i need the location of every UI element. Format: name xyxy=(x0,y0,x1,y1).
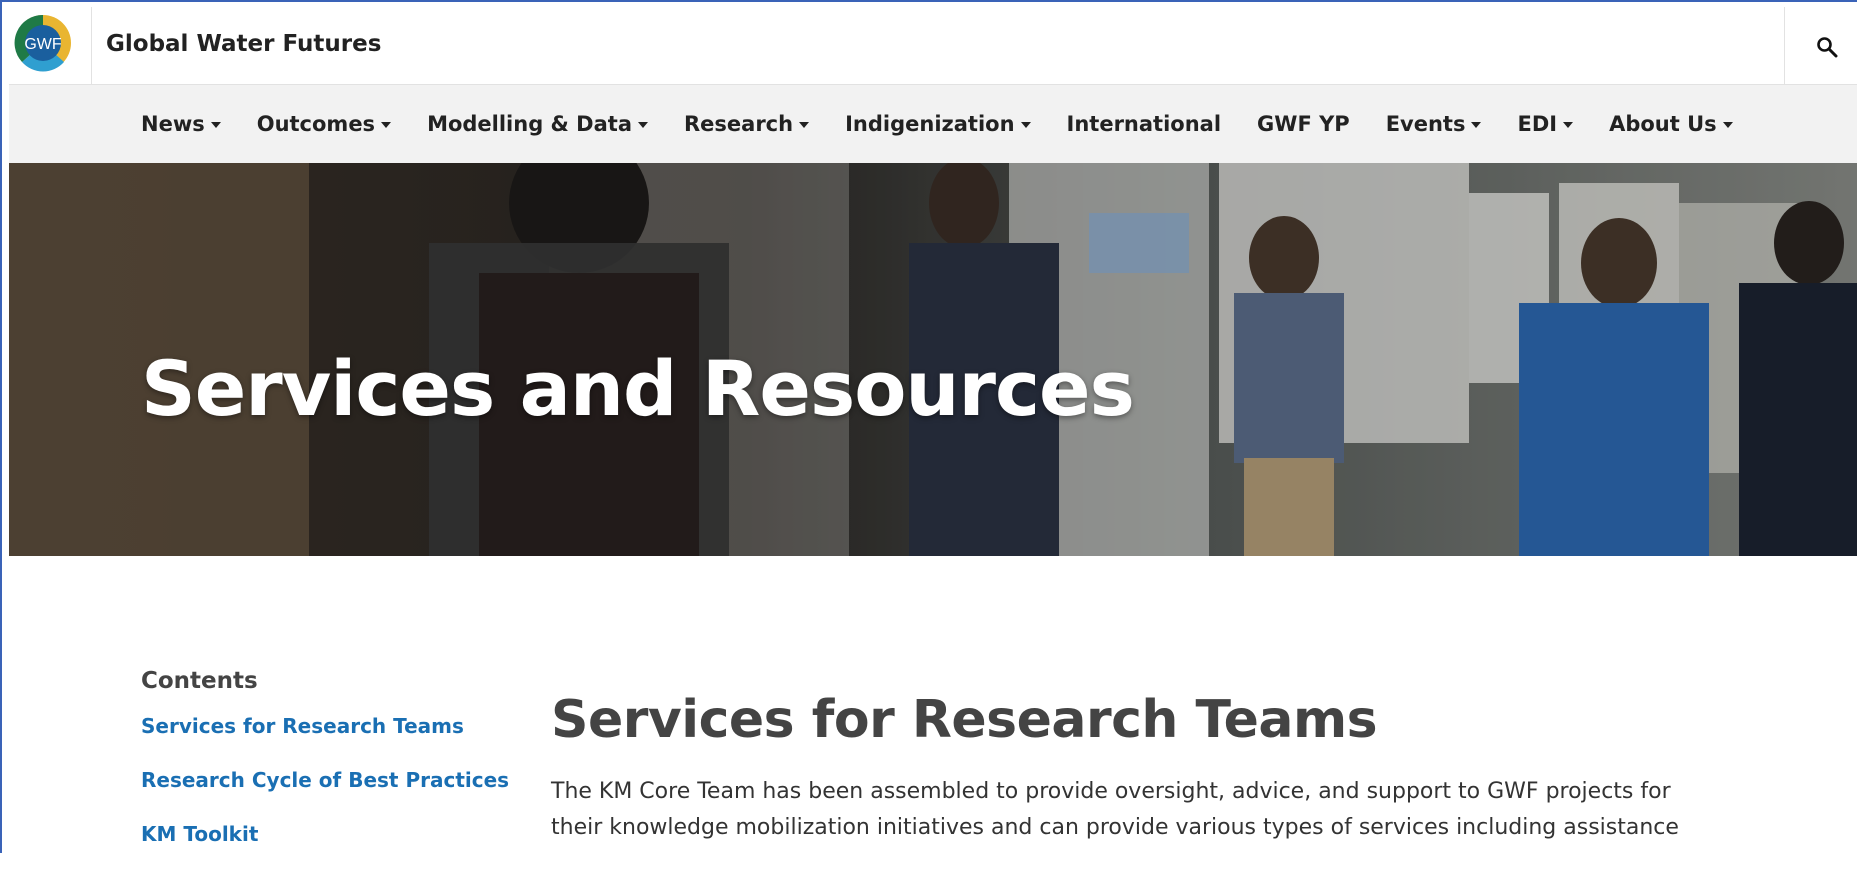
nav-item-label: News xyxy=(141,112,205,136)
section-heading: Services for Research Teams xyxy=(551,690,1378,750)
nav-item-modelling-data[interactable]: Modelling & Data xyxy=(427,112,648,136)
logo-text: GWF xyxy=(24,36,62,53)
gwf-logo: GWF xyxy=(14,14,71,72)
site-name[interactable]: Global Water Futures xyxy=(106,31,381,57)
nav-menu: News Outcomes Modelling & Data Research … xyxy=(141,85,1769,163)
search-icon xyxy=(1817,37,1838,58)
caret-down-icon xyxy=(1020,122,1031,128)
nav-item-label: Research xyxy=(684,112,794,136)
toc-link-services-for-research-teams[interactable]: Services for Research Teams xyxy=(141,714,501,738)
nav-item-international[interactable]: International xyxy=(1067,112,1222,136)
main-navigation: News Outcomes Modelling & Data Research … xyxy=(9,85,1857,164)
nav-item-label: GWF YP xyxy=(1257,112,1350,136)
nav-item-label: Outcomes xyxy=(256,112,376,136)
contents-sidebar: Contents Services for Research Teams Res… xyxy=(141,668,509,876)
caret-down-icon xyxy=(1563,122,1574,128)
nav-item-edi[interactable]: EDI xyxy=(1517,112,1574,136)
nav-item-news[interactable]: News xyxy=(141,112,221,136)
caret-down-icon xyxy=(1471,122,1482,128)
home-logo-link[interactable]: GWF xyxy=(9,7,92,84)
nav-item-label: Indigenization xyxy=(845,112,1015,136)
nav-item-outcomes[interactable]: Outcomes xyxy=(256,112,392,136)
nav-item-label: Events xyxy=(1385,112,1466,136)
nav-item-research[interactable]: Research xyxy=(684,112,810,136)
caret-down-icon xyxy=(1722,122,1733,128)
site-header: GWF Global Water Futures xyxy=(9,7,1857,85)
nav-item-label: About Us xyxy=(1609,112,1717,136)
nav-item-indigenization[interactable]: Indigenization xyxy=(845,112,1031,136)
contents-heading: Contents xyxy=(141,668,258,694)
nav-item-events[interactable]: Events xyxy=(1386,112,1482,136)
main-content: Services for Research Teams The KM Core … xyxy=(551,690,1701,846)
nav-item-about-us[interactable]: About Us xyxy=(1609,112,1733,136)
nav-item-label: EDI xyxy=(1517,112,1558,136)
hero-title: Services and Resources xyxy=(141,343,1135,433)
search-button[interactable] xyxy=(1784,7,1857,84)
caret-down-icon xyxy=(381,122,392,128)
toc-link-research-cycle-of-best-practices[interactable]: Research Cycle of Best Practices xyxy=(141,768,509,792)
section-paragraph: The KM Core Team has been assembled to p… xyxy=(551,779,1679,840)
caret-down-icon xyxy=(210,122,221,128)
hero-banner: Services and Resources xyxy=(9,163,1857,556)
nav-item-label: International xyxy=(1066,112,1222,136)
nav-item-label: Modelling & Data xyxy=(427,112,632,136)
nav-item-gwf-yp[interactable]: GWF YP xyxy=(1257,112,1350,136)
toc-link-km-toolkit[interactable]: KM Toolkit xyxy=(141,822,501,846)
caret-down-icon xyxy=(638,122,648,128)
caret-down-icon xyxy=(799,122,810,128)
